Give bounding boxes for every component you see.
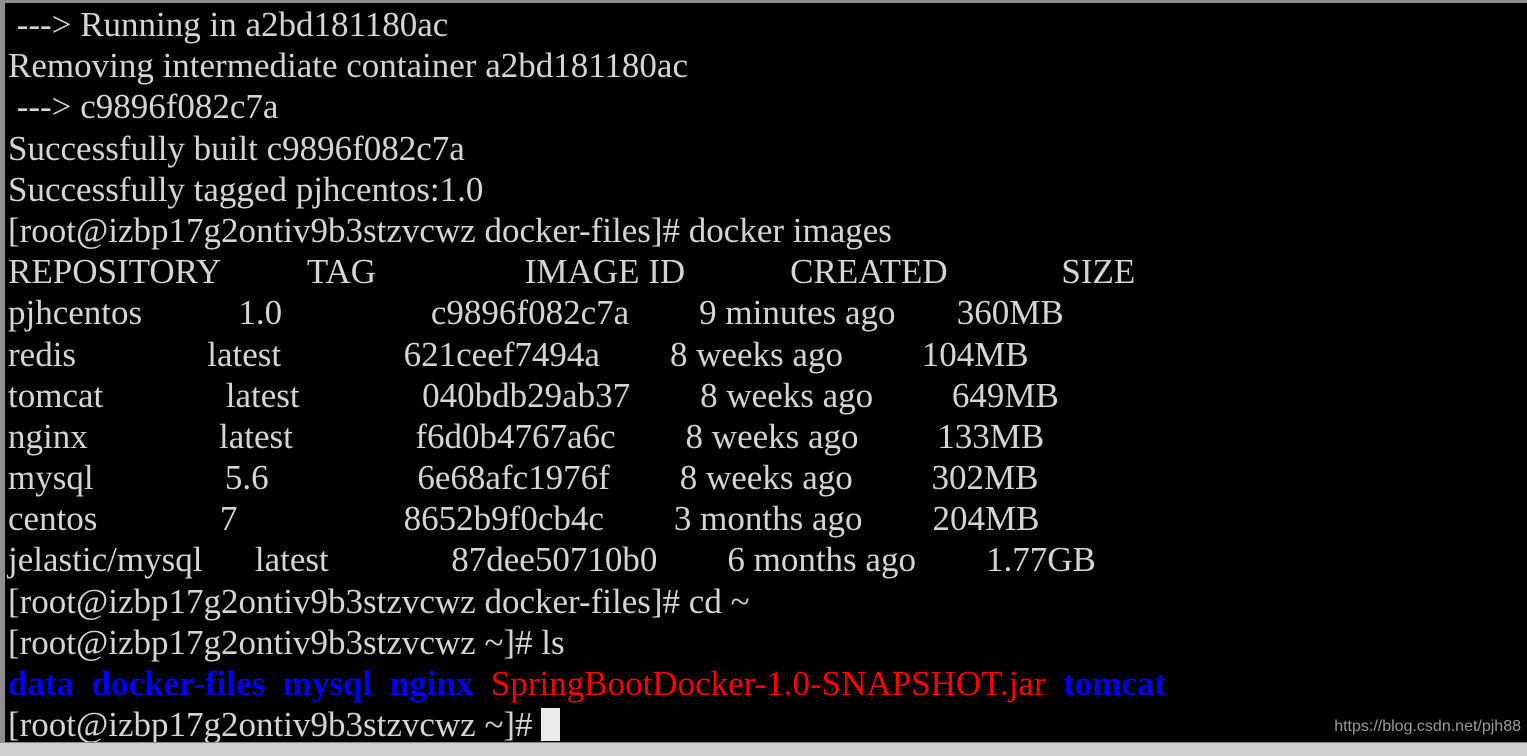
terminal-line-running-in: ---> Running in a2bd181180ac	[8, 4, 1527, 45]
text: Successfully tagged pjhcentos:1.0	[8, 169, 484, 209]
ls-item-nginx[interactable]: nginx	[390, 664, 474, 703]
terminal-line-prompt-ls: [root@izbp17g2ontiv9b3stzvcwz ~]# ls	[8, 622, 1527, 663]
table-row: nginx latest f6d0b4767a6c 8 weeks ago 13…	[8, 416, 1527, 457]
terminal-line-removing-container: Removing intermediate container a2bd1811…	[8, 45, 1527, 86]
ls-item-tomcat[interactable]: tomcat	[1063, 664, 1166, 703]
terminal-line-active-prompt[interactable]: [root@izbp17g2ontiv9b3stzvcwz ~]#	[8, 704, 1527, 742]
watermark: https://blog.csdn.net/pjh88	[1334, 718, 1521, 735]
table-row-mysql: mysql 5.6 6e68afc1976f 8 weeks ago 302MB	[8, 458, 1039, 498]
table-headers: REPOSITORY TAG IMAGE ID CREATED SIZE	[8, 252, 1136, 292]
ls-output-row: data docker-files mysql nginx SpringBoot…	[8, 663, 1527, 704]
terminal-line-successfully-built: Successfully built c9896f082c7a	[8, 128, 1527, 169]
table-row-nginx: nginx latest f6d0b4767a6c 8 weeks ago 13…	[8, 416, 1045, 456]
command-cd-home: [root@izbp17g2ontiv9b3stzvcwz docker-fil…	[8, 581, 750, 621]
table-row: pjhcentos 1.0 c9896f082c7a 9 minutes ago…	[8, 292, 1527, 333]
table-row: redis latest 621ceef7494a 8 weeks ago 10…	[8, 334, 1527, 375]
ls-gap	[74, 664, 92, 703]
table-row: tomcat latest 040bdb29ab37 8 weeks ago 6…	[8, 375, 1527, 416]
table-row-redis: redis latest 621ceef7494a 8 weeks ago 10…	[8, 334, 1029, 374]
ls-gap	[473, 664, 491, 703]
text: ---> c9896f082c7a	[8, 87, 279, 127]
terminal-line-successfully-tagged: Successfully tagged pjhcentos:1.0	[8, 169, 1527, 210]
terminal-line-image-id: ---> c9896f082c7a	[8, 86, 1527, 127]
command-docker-images: [root@izbp17g2ontiv9b3stzvcwz docker-fil…	[8, 210, 892, 250]
table-row: jelastic/mysql latest 87dee50710b0 6 mon…	[8, 539, 1527, 580]
terminal-output: ---> Running in a2bd181180ac Removing in…	[8, 4, 1527, 742]
terminal-line-prompt-docker-images: [root@izbp17g2ontiv9b3stzvcwz docker-fil…	[8, 210, 1527, 251]
terminal-window[interactable]: ---> Running in a2bd181180ac Removing in…	[0, 0, 1527, 742]
terminal-line-prompt-cd-home: [root@izbp17g2ontiv9b3stzvcwz docker-fil…	[8, 581, 1527, 622]
ls-item-springbootdocker-jar[interactable]: SpringBootDocker-1.0-SNAPSHOT.jar	[491, 664, 1046, 703]
text: Removing intermediate container a2bd1811…	[8, 46, 689, 86]
shell-prompt: [root@izbp17g2ontiv9b3stzvcwz ~]#	[8, 705, 542, 742]
table-header-row: REPOSITORY TAG IMAGE ID CREATED SIZE	[8, 251, 1527, 292]
table-row-tomcat: tomcat latest 040bdb29ab37 8 weeks ago 6…	[8, 375, 1059, 415]
table-row-jelastic-mysql: jelastic/mysql latest 87dee50710b0 6 mon…	[8, 540, 1096, 580]
text: Successfully built c9896f082c7a	[8, 128, 465, 168]
command-ls: [root@izbp17g2ontiv9b3stzvcwz ~]# ls	[8, 622, 565, 662]
text-cursor	[541, 708, 561, 742]
ls-gap	[1046, 664, 1064, 703]
table-row-centos: centos 7 8652b9f0cb4c 3 months ago 204MB	[8, 499, 1040, 539]
ls-item-data[interactable]: data	[8, 664, 74, 703]
ls-item-mysql[interactable]: mysql	[283, 664, 372, 703]
screenshot-root: ---> Running in a2bd181180ac Removing in…	[0, 0, 1527, 756]
window-bottom-edge	[0, 742, 1527, 756]
table-row: mysql 5.6 6e68afc1976f 8 weeks ago 302MB	[8, 457, 1527, 498]
table-row-pjhcentos: pjhcentos 1.0 c9896f082c7a 9 minutes ago…	[8, 293, 1064, 333]
table-row: centos 7 8652b9f0cb4c 3 months ago 204MB	[8, 498, 1527, 539]
ls-gap	[265, 664, 283, 703]
ls-gap	[372, 664, 390, 703]
text: ---> Running in a2bd181180ac	[8, 5, 449, 44]
ls-item-docker-files[interactable]: docker-files	[92, 664, 266, 703]
